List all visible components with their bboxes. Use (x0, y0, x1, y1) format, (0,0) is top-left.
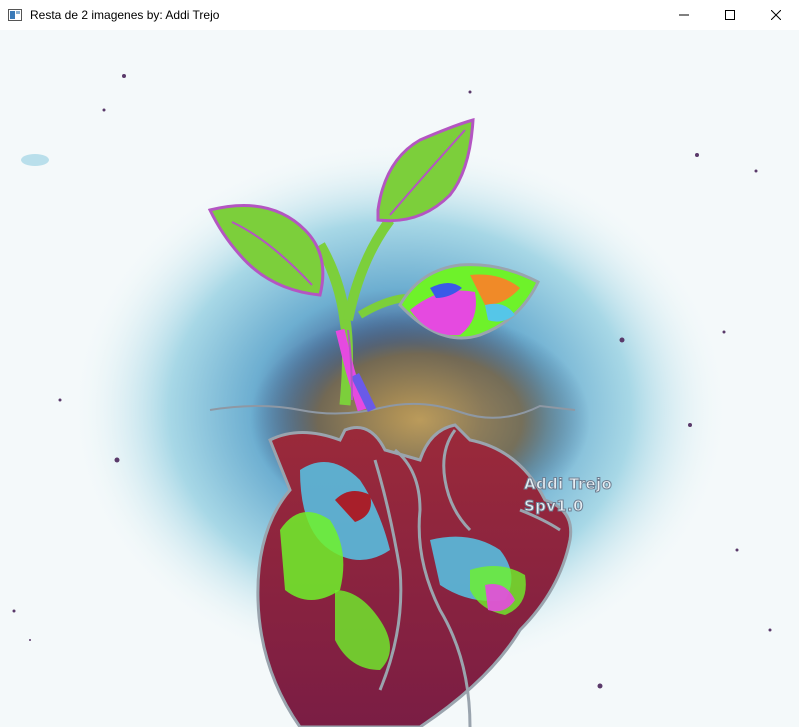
minimize-button[interactable] (661, 0, 707, 30)
signature-name: Addi Trejo (523, 475, 613, 494)
window-title: Resta de 2 imagenes by: Addi Trejo (30, 8, 220, 22)
signature-version: Spv1.0 (523, 497, 584, 516)
title-bar[interactable]: Resta de 2 imagenes by: Addi Trejo (0, 0, 799, 31)
artwork-image (0, 30, 799, 727)
close-button[interactable] (753, 0, 799, 30)
artist-signature: Addi Trejo Spv1.0 (523, 473, 613, 517)
minimize-icon (679, 14, 689, 16)
close-icon (771, 10, 781, 20)
app-icon (8, 9, 22, 21)
maximize-button[interactable] (707, 0, 753, 30)
window-controls (661, 0, 799, 30)
maximize-icon (725, 10, 735, 20)
app-window: Resta de 2 imagenes by: Addi Trejo Addi … (0, 0, 799, 727)
image-canvas: Addi Trejo Spv1.0 (0, 30, 799, 727)
